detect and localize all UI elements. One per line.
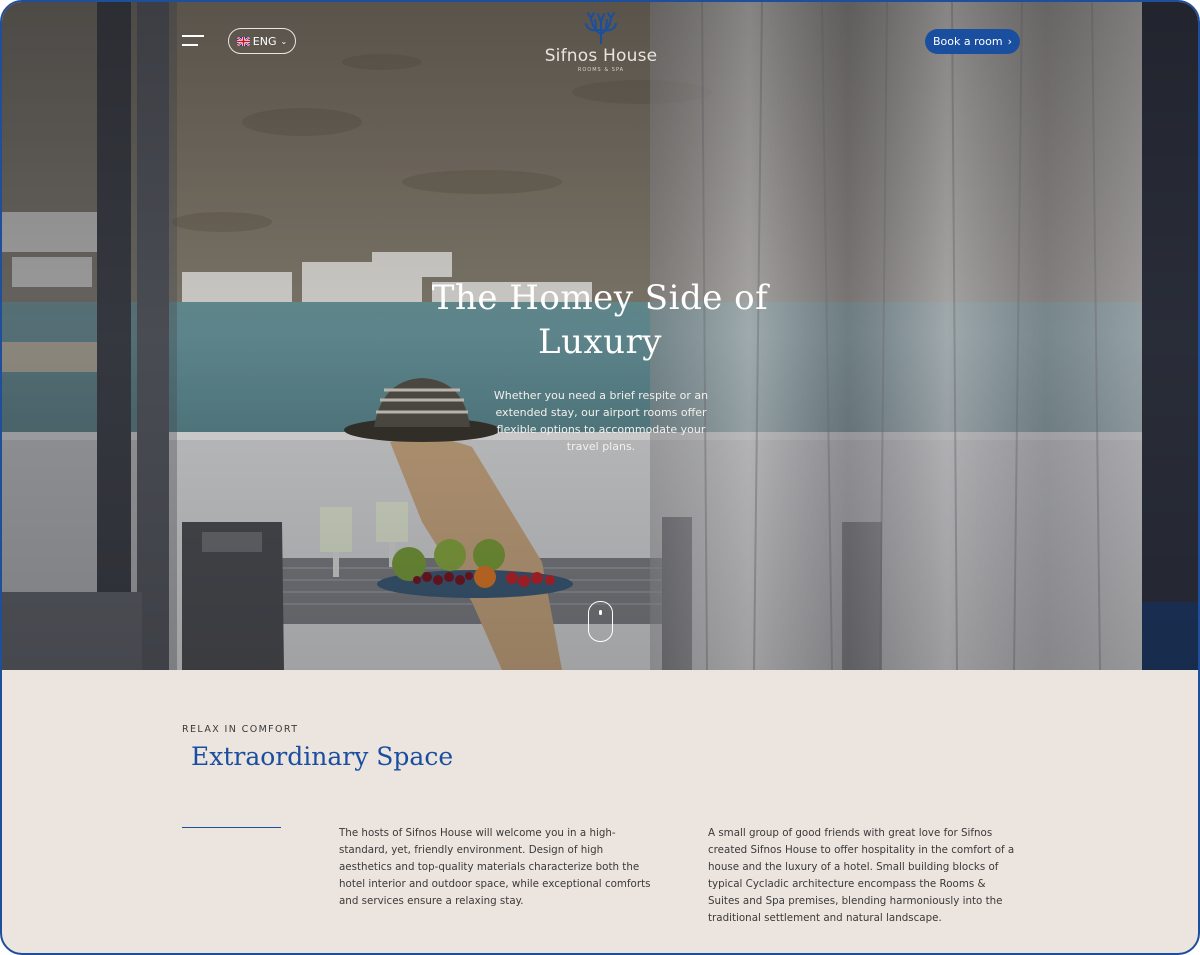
section-title: Extraordinary Space xyxy=(191,742,454,771)
menu-line-top xyxy=(182,35,204,37)
menu-icon[interactable] xyxy=(182,32,206,50)
hero-title: The Homey Side of Luxury xyxy=(431,278,769,362)
page-frame: ENG ⌄ Sifnos House ROOMS & SPA Book a ro… xyxy=(0,0,1200,955)
intro-paragraph-2: A small group of good friends with great… xyxy=(708,827,1015,924)
logo-name: Sifnos House xyxy=(544,46,658,66)
chevron-right-icon: › xyxy=(1007,35,1012,48)
scroll-mouse-icon[interactable] xyxy=(588,601,613,642)
language-label: ENG xyxy=(252,34,277,48)
intro-paragraph-1: The hosts of Sifnos House will welcome y… xyxy=(339,827,651,907)
book-room-button[interactable]: Book a room › xyxy=(925,29,1020,54)
uk-flag-icon xyxy=(236,36,250,46)
chevron-down-icon: ⌄ xyxy=(280,36,288,46)
scroll-wheel xyxy=(599,610,602,615)
language-selector[interactable]: ENG ⌄ xyxy=(228,28,296,54)
section-divider xyxy=(182,827,281,828)
section-eyebrow: RELAX IN COMFORT xyxy=(182,724,299,735)
menu-line-bottom xyxy=(182,44,198,46)
coral-logo-icon xyxy=(585,12,617,44)
book-room-label: Book a room xyxy=(933,35,1003,48)
logo-subtitle: ROOMS & SPA xyxy=(577,67,625,73)
hero-description: Whether you need a brief respite or an e… xyxy=(493,389,709,453)
logo[interactable]: Sifnos House ROOMS & SPA xyxy=(534,10,668,80)
hero: ENG ⌄ Sifnos House ROOMS & SPA Book a ro… xyxy=(2,2,1198,670)
